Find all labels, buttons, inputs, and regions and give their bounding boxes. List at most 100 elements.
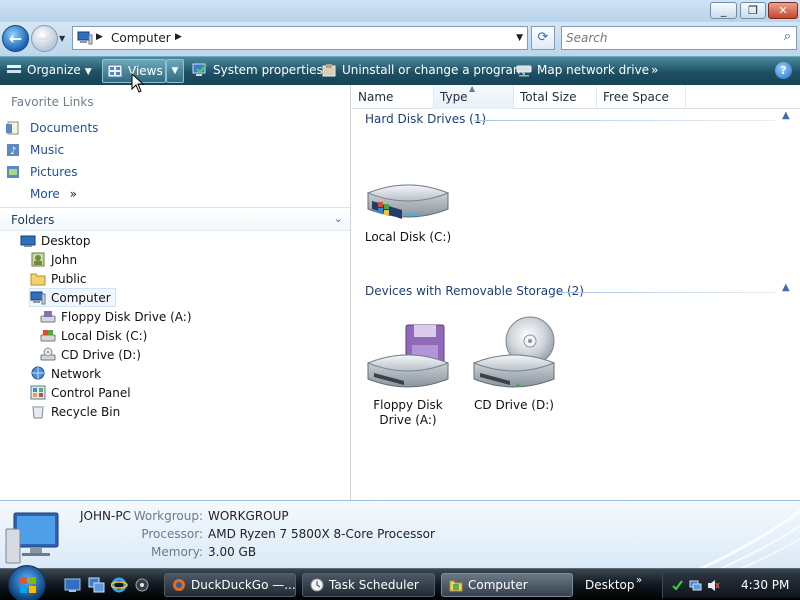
help-button[interactable]: ? (775, 62, 792, 79)
floppy-drive-icon (366, 324, 450, 388)
drive-item-local-disk[interactable]: Local Disk (C:) (358, 175, 458, 245)
chevron-double-right-icon[interactable]: » (636, 575, 642, 586)
internet-explorer-icon[interactable] (111, 577, 128, 593)
maximize-icon: ❐ (748, 4, 758, 17)
media-player-icon[interactable] (134, 577, 151, 593)
group-divider (474, 120, 776, 121)
search-box[interactable]: ⌕ (561, 26, 797, 50)
drive-item-label: Floppy Disk Drive (A:) (373, 398, 443, 427)
column-header-name[interactable]: Name (352, 85, 434, 109)
network-drive-icon (516, 65, 532, 76)
chevron-up-icon[interactable]: ▲ (782, 110, 790, 121)
address-dropdown-icon[interactable]: ▼ (516, 33, 523, 43)
column-header-free-space[interactable]: Free Space (597, 85, 686, 109)
volume-muted-icon[interactable] (707, 579, 720, 592)
search-icon[interactable]: ⌕ (784, 29, 791, 44)
tree-item-floppy-drive[interactable]: Floppy Disk Drive (A:) (40, 308, 192, 327)
group-header-removable-storage[interactable]: Devices with Removable Storage (2) ▲ (352, 282, 800, 300)
pictures-icon (7, 165, 19, 178)
tree-item-label: Computer (51, 291, 111, 305)
tree-item-label: CD Drive (D:) (61, 348, 141, 362)
favorite-links-more[interactable]: More » (30, 185, 77, 203)
group-header-hard-disk-drives[interactable]: Hard Disk Drives (1) ▲ (352, 110, 800, 128)
views-dropdown-button[interactable]: ▼ (166, 59, 184, 83)
sort-ascending-icon: ▲ (469, 84, 476, 93)
close-button[interactable]: ✕ (768, 2, 798, 19)
tree-item-label: Network (51, 367, 102, 381)
documents-icon (6, 121, 19, 134)
more-label: More (30, 187, 60, 201)
tree-item-label: Floppy Disk Drive (A:) (61, 310, 192, 324)
folders-header[interactable]: Folders ⌄ (0, 207, 350, 231)
column-headers: Name Type ▲ Total Size Free Space (352, 84, 800, 109)
show-desktop-icon[interactable] (64, 577, 81, 593)
desktop-toolbar-label[interactable]: Desktop (585, 578, 635, 592)
taskbar-button-task-scheduler[interactable]: Task Scheduler (302, 573, 435, 597)
favorite-link-pictures[interactable]: Pictures (6, 163, 78, 181)
start-button[interactable] (8, 565, 46, 600)
navigation-pane: Favorite Links Documents ♪ Music Pictures… (0, 85, 351, 500)
taskbar-button-duckduckgo[interactable]: DuckDuckGo —... (164, 573, 296, 597)
drive-item-floppy-drive[interactable]: Floppy Disk Drive (A:) (358, 323, 458, 428)
tree-item-label: Control Panel (51, 386, 131, 400)
forward-button[interactable]: → (31, 25, 58, 52)
tree-item-computer[interactable]: Computer (29, 288, 116, 307)
clock-icon (310, 578, 324, 592)
programs-icon (322, 63, 336, 76)
processor-value: AMD Ryzen 7 5800X 8-Core Processor (208, 527, 435, 541)
tree-item-local-disk[interactable]: Local Disk (C:) (40, 327, 147, 346)
tree-item-label: Public (51, 272, 87, 286)
switch-windows-icon[interactable] (88, 577, 105, 593)
tree-item-public[interactable]: Public (30, 270, 87, 289)
forward-arrow-icon: → (37, 29, 52, 48)
tree-item-network[interactable]: Network (30, 365, 101, 384)
back-button[interactable]: ← (2, 25, 29, 52)
windows-logo-icon (20, 577, 36, 593)
more-commands-button[interactable]: » (651, 57, 658, 85)
tree-item-recycle-bin[interactable]: Recycle Bin (30, 403, 120, 422)
system-clock[interactable]: 4:30 PM (741, 578, 789, 592)
tree-item-label: Recycle Bin (51, 405, 121, 419)
address-row: ← → ▼ ▶ Computer ▶ ▼ ⟳ ⌕ (0, 22, 800, 56)
system-properties-label: System properties (213, 63, 323, 77)
tree-item-john[interactable]: John (30, 251, 77, 270)
close-icon: ✕ (778, 4, 788, 17)
favorite-link-music[interactable]: ♪ Music (6, 141, 64, 159)
security-check-icon[interactable] (671, 579, 684, 592)
music-icon: ♪ (7, 143, 19, 157)
tree-item-cd-drive[interactable]: CD Drive (D:) (40, 346, 141, 365)
system-properties-icon (192, 63, 207, 76)
address-bar[interactable]: ▶ Computer ▶ ▼ (72, 26, 528, 50)
uninstall-program-label: Uninstall or change a program (342, 63, 525, 77)
search-input[interactable] (566, 30, 766, 46)
recent-pages-dropdown-icon[interactable]: ▼ (59, 34, 65, 43)
decorative-swoosh (699, 509, 800, 568)
drive-item-cd-drive[interactable]: CD Drive (D:) (464, 315, 564, 413)
minimize-button[interactable]: _ (710, 2, 737, 19)
refresh-button[interactable]: ⟳ (531, 26, 555, 50)
tree-item-control-panel[interactable]: Control Panel (30, 384, 131, 403)
floppy-drive-icon (40, 311, 56, 323)
favorite-link-documents[interactable]: Documents (6, 119, 98, 137)
control-panel-icon (30, 385, 46, 400)
maximize-button[interactable]: ❐ (740, 2, 766, 19)
system-properties-button[interactable]: System properties (192, 57, 323, 85)
chevron-down-icon[interactable]: ⌄ (334, 212, 343, 225)
drive-item-label: CD Drive (D:) (474, 398, 554, 412)
map-network-drive-button[interactable]: Map network drive (516, 57, 649, 85)
memory-label: Memory: (151, 545, 203, 559)
organize-button[interactable]: Organize ▼ (6, 57, 92, 85)
cd-drive-icon (472, 316, 556, 388)
breadcrumb-separator-icon[interactable]: ▶ (175, 32, 182, 42)
uninstall-program-button[interactable]: Uninstall or change a program (321, 57, 525, 85)
breadcrumb-separator-icon[interactable]: ▶ (96, 32, 103, 42)
taskbar-button-label: Task Scheduler (329, 578, 419, 592)
details-pane: JOHN-PC Workgroup: WORKGROUP Processor: … (0, 500, 800, 568)
column-header-total-size[interactable]: Total Size (514, 85, 597, 109)
breadcrumb-computer[interactable]: Computer (111, 31, 171, 45)
chevron-up-icon[interactable]: ▲ (782, 282, 790, 293)
column-header-type[interactable]: Type ▲ (434, 84, 514, 109)
network-status-icon[interactable] (689, 579, 702, 592)
taskbar-button-computer[interactable]: Computer (441, 573, 573, 597)
tree-item-desktop[interactable]: Desktop (20, 232, 91, 251)
